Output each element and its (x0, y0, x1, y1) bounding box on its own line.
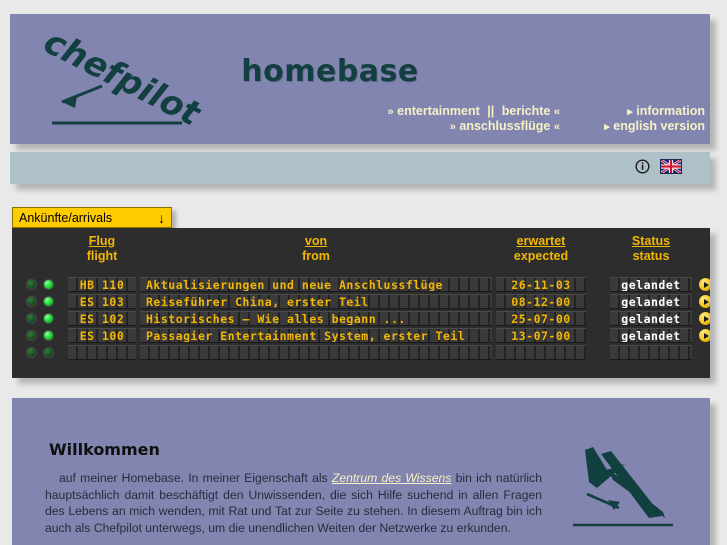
cell-flight: HB 110 (68, 277, 136, 292)
welcome-heading: Willkommen (49, 440, 160, 459)
column-header-expected: erwartet expected (496, 234, 586, 264)
uk-flag-icon[interactable] (660, 159, 682, 174)
led-on-icon (43, 296, 54, 307)
cell-flight: ES 102 (68, 311, 136, 326)
nav-link-berichte[interactable]: berichte (502, 104, 551, 118)
welcome-text-before: auf meiner Homebase. In meiner Eigenscha… (59, 471, 332, 485)
led-on-icon (43, 313, 54, 324)
triangle-right-icon-2: ▸ (604, 121, 610, 133)
nav-link-information[interactable]: information (636, 104, 705, 118)
utility-bar-icons (635, 159, 682, 174)
welcome-inline-link[interactable]: Zentrum des Wissens (332, 471, 451, 485)
primary-nav: » entertainment || berichte « » anschlus… (300, 104, 560, 134)
cell-status: gelandet (610, 311, 692, 326)
cell-status: gelandet (610, 294, 692, 309)
arrivals-board: Flug flight von from erwartet expected S… (12, 228, 710, 378)
led-off-icon (26, 330, 37, 341)
cell-status: gelandet (610, 328, 692, 343)
column-header-status: Status status (610, 234, 692, 264)
welcome-panel: Willkommen auf meiner Homebase. In meine… (12, 398, 710, 545)
play-button[interactable] (698, 294, 710, 309)
led-off-icon (26, 313, 37, 324)
led-off-icon (26, 296, 37, 307)
column-header-from-en: from (302, 249, 330, 263)
cell-status: gelandet (610, 277, 692, 292)
cell-flight: ES 103 (68, 294, 136, 309)
cell-expected: 26-11-03 (496, 277, 586, 292)
nav-separator: || (487, 104, 495, 118)
landing-plane-graphic (567, 438, 687, 538)
column-header-expected-en: expected (513, 249, 569, 263)
cell-expected: 13-07-00 (496, 328, 586, 343)
table-row[interactable]: ES 103 Reiseführer China, erster Teil 08… (12, 293, 710, 310)
board-rows: HB 110 Aktualisierungen und neue Anschlu… (12, 276, 710, 361)
cell-flight: ES 100 (68, 328, 136, 343)
table-row-empty (12, 344, 710, 361)
site-header: chefpilot homebase » entertainment || be… (10, 14, 710, 144)
utility-bar (10, 152, 710, 184)
nav-link-entertainment[interactable]: entertainment (397, 104, 480, 118)
column-header-status-en: status (632, 249, 670, 263)
led-off-icon (26, 347, 37, 358)
nav-link-anschlussfluege[interactable]: anschlussflüge (459, 119, 550, 133)
led-on-icon (43, 279, 54, 290)
table-row[interactable]: ES 100 Passagier Entertainment System, e… (12, 327, 710, 344)
cell-from: Aktualisierungen und neue Anschlussflüge (140, 277, 492, 292)
column-header-flight-de: Flug (88, 234, 116, 248)
page-title: homebase (241, 54, 419, 89)
chevron-left-icon: « (553, 106, 560, 118)
arrivals-tab[interactable]: Ankünfte/arrivals ↓ (12, 207, 172, 228)
led-on-icon (43, 330, 54, 341)
column-header-from: von from (140, 234, 492, 264)
column-header-status-de: Status (631, 234, 671, 248)
led-off-icon (26, 279, 37, 290)
nav-row-2: » anschlussflüge « (300, 119, 560, 134)
nav-right-row-information: ▸ information (585, 104, 705, 119)
cell-from: Historisches – Wie alles begann ... (140, 311, 492, 326)
cell-expected-empty (496, 345, 586, 360)
cell-flight-empty (68, 345, 136, 360)
nav-right-row-english: ▸ english version (585, 119, 705, 134)
led-off-icon-2 (43, 347, 54, 358)
cell-from: Reiseführer China, erster Teil (140, 294, 492, 309)
cell-expected: 25-07-00 (496, 311, 586, 326)
led-indicators (26, 327, 60, 344)
cell-from-empty (140, 345, 492, 360)
secondary-nav: ▸ information ▸ english version (585, 104, 705, 134)
welcome-text: auf meiner Homebase. In meiner Eigenscha… (45, 470, 542, 536)
chevron-left-icon-2: « (553, 121, 560, 133)
led-indicators (26, 276, 60, 293)
column-header-expected-de: erwartet (516, 234, 566, 248)
arrivals-tab-label: Ankünfte/arrivals (19, 210, 113, 225)
nav-row-1: » entertainment || berichte « (300, 104, 560, 119)
board-header-row: Flug flight von from erwartet expected S… (12, 234, 710, 274)
play-button[interactable] (698, 328, 710, 343)
column-header-from-de: von (304, 234, 328, 248)
play-button[interactable] (698, 277, 710, 292)
column-header-flight: Flug flight (68, 234, 136, 264)
table-row[interactable]: HB 110 Aktualisierungen und neue Anschlu… (12, 276, 710, 293)
table-row[interactable]: ES 102 Historisches – Wie alles begann .… (12, 310, 710, 327)
nav-link-english-version[interactable]: english version (613, 119, 705, 133)
column-header-flight-en: flight (86, 249, 118, 263)
chevron-right-icon: » (387, 106, 394, 118)
led-indicators-empty (26, 344, 60, 361)
info-circle-icon[interactable] (635, 159, 650, 174)
chevron-right-icon-2: » (449, 121, 456, 133)
cell-from: Passagier Entertainment System, erster T… (140, 328, 492, 343)
led-indicators (26, 310, 60, 327)
triangle-right-icon-1: ▸ (627, 106, 633, 118)
led-indicators (26, 293, 60, 310)
arrow-down-icon: ↓ (158, 209, 165, 226)
cell-expected: 08-12-00 (496, 294, 586, 309)
play-button[interactable] (698, 311, 710, 326)
cell-status-empty (610, 345, 692, 360)
